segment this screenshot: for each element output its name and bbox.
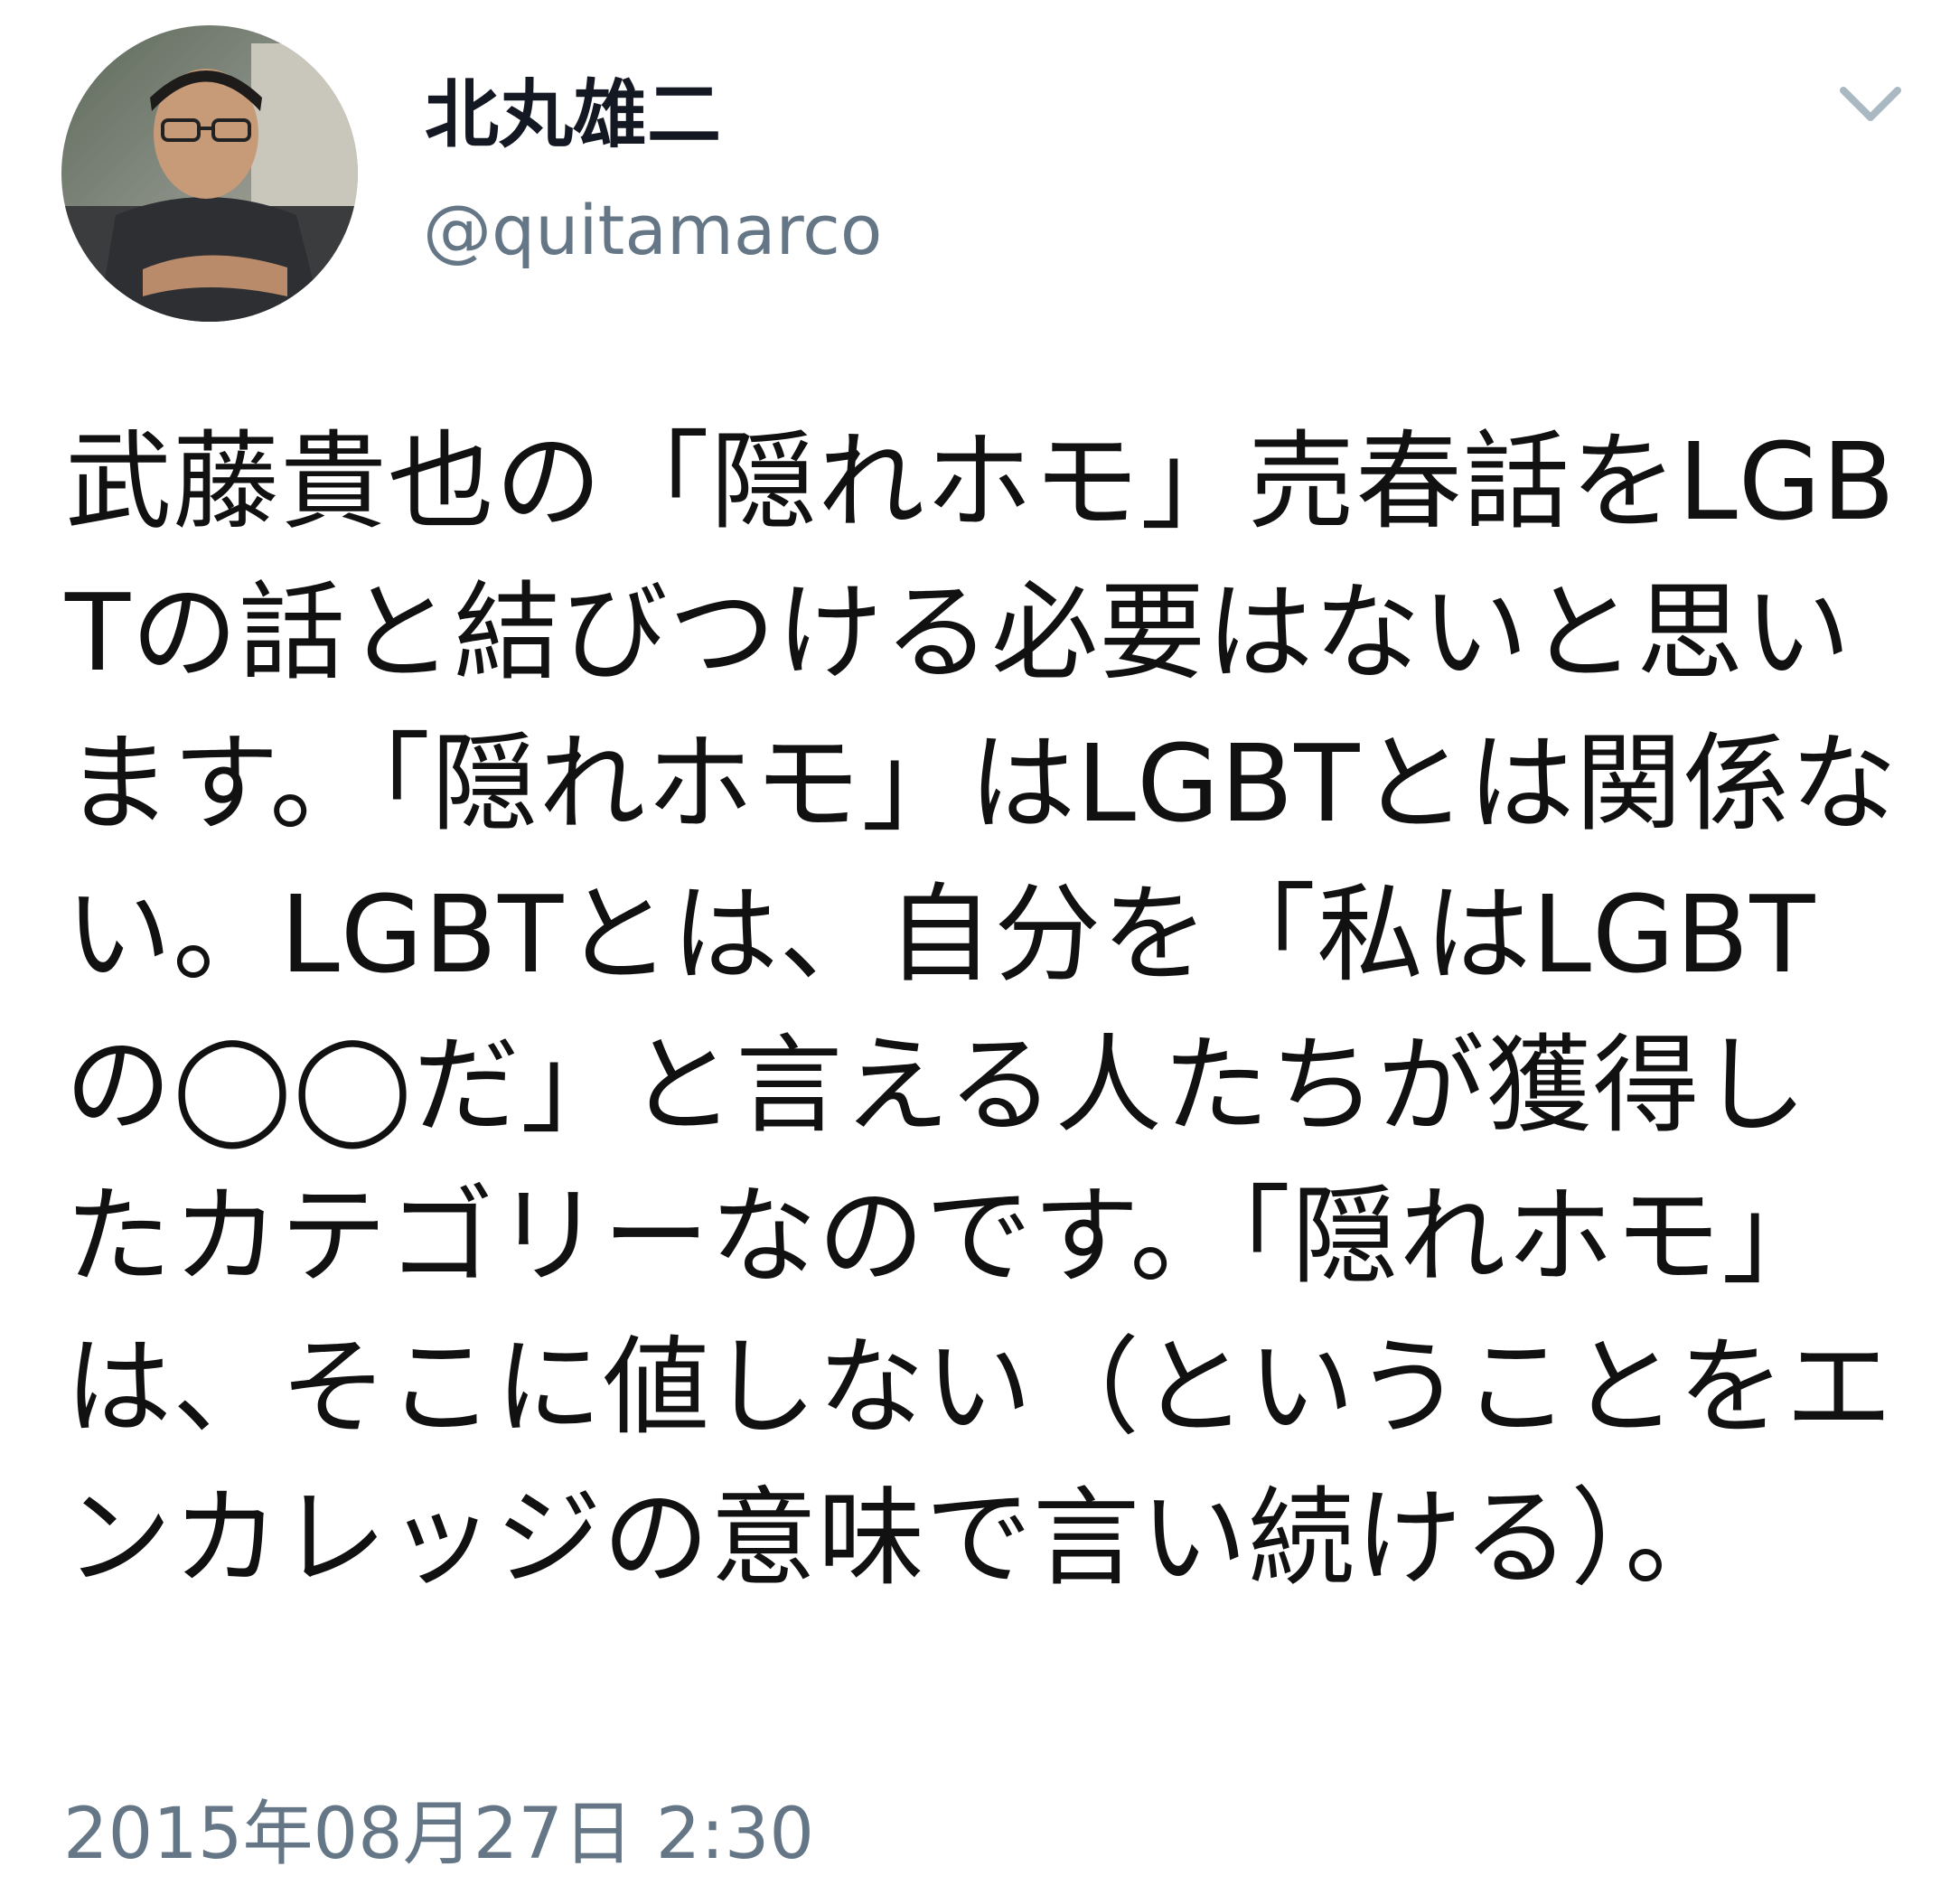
author-handle[interactable]: @quitamarco: [423, 185, 882, 276]
user-avatar-photo-icon: [61, 25, 358, 322]
author-avatar[interactable]: [61, 25, 358, 322]
tweet-body-text: 武藤貴也の「隠れホモ」売春話をLGBTの話と結びつける必要はないと思います。「隠…: [65, 419, 1898, 1600]
chevron-down-icon[interactable]: [1834, 72, 1907, 136]
tweet-timestamp[interactable]: 2015年08月27日 2:30: [63, 1789, 814, 1880]
tweet-card: 北丸雄二 @quitamarco 武藤貴也の「隠れホモ」売春話をLGBTの話と結…: [0, 0, 1950, 1904]
author-display-name[interactable]: 北丸雄二: [425, 70, 721, 161]
